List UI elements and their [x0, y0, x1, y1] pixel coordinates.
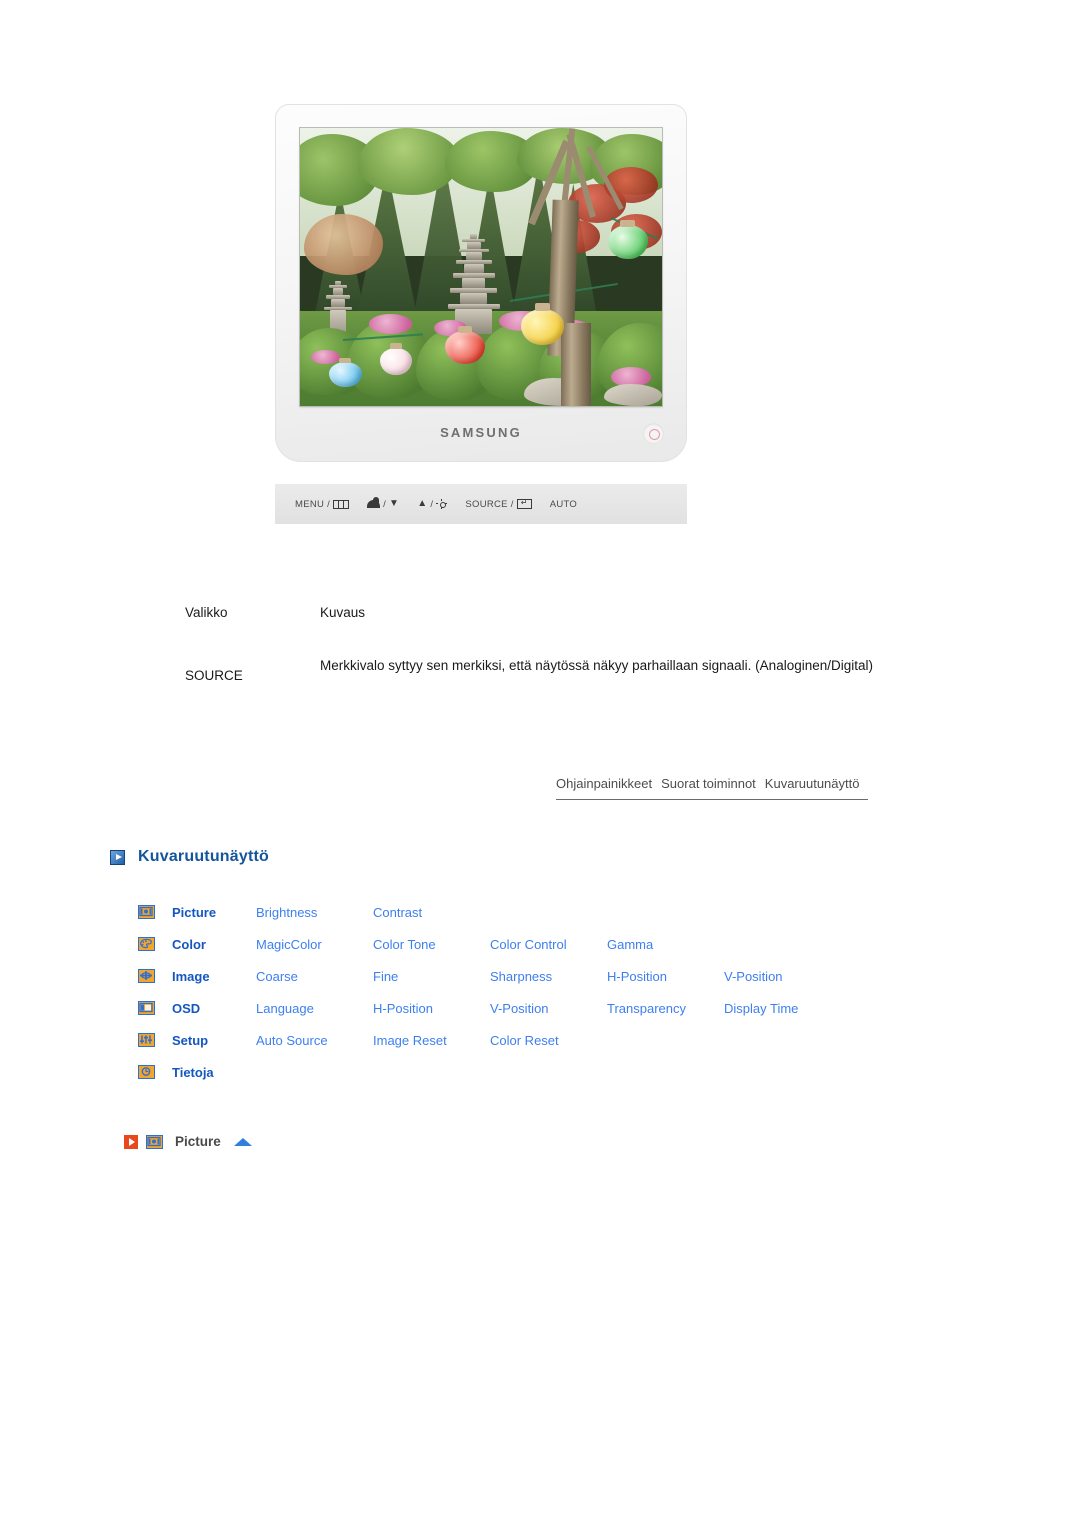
up-brightness-button[interactable]: ▲ /: [417, 498, 448, 510]
menu-item-image-h-position[interactable]: H-Position: [607, 969, 667, 984]
menu-name-setup[interactable]: Setup: [172, 1033, 208, 1048]
blue-arrow-icon: [110, 849, 125, 865]
table-row: SOURCE Merkkivalo syttyy sen merkiksi, e…: [185, 656, 885, 683]
image-icon: [138, 969, 155, 983]
picture-icon: [146, 1134, 163, 1149]
menu-item-image-v-position[interactable]: V-Position: [724, 969, 783, 984]
blue-up-triangle-icon[interactable]: [233, 1137, 252, 1146]
menu-item-osd-v-position[interactable]: V-Position: [490, 1001, 549, 1016]
menu-item-color-tone[interactable]: Color Tone: [373, 937, 436, 952]
row-description: Merkkivalo syttyy sen merkiksi, että näy…: [320, 658, 873, 673]
nav-link-suorat-toiminnot[interactable]: Suorat toiminnot: [661, 776, 756, 791]
brightness-sun-icon: [436, 498, 448, 510]
menu-item-contrast[interactable]: Contrast: [373, 905, 422, 920]
menu-name-osd[interactable]: OSD: [172, 1001, 200, 1016]
breadcrumb: Ohjainpainikkeet Suorat toiminnot Kuvaru…: [556, 776, 868, 800]
section-heading: Kuvaruutunäyttö: [110, 848, 269, 866]
menu-item-brightness[interactable]: Brightness: [256, 905, 317, 920]
menu-name-image[interactable]: Image: [172, 969, 210, 984]
nav-link-kuvaruutunaytto[interactable]: Kuvaruutunäyttö: [765, 776, 860, 791]
magicbright-separator: /: [383, 498, 387, 510]
lantern-blue: [328, 357, 362, 387]
magicbright-down-button[interactable]: / ▼: [367, 497, 400, 510]
menu-bars-icon: [333, 499, 350, 509]
enter-key-icon: ↵: [516, 499, 532, 509]
lantern-green: [607, 219, 648, 259]
brightness-separator: /: [430, 498, 434, 510]
menu-row-tietoja: Tietoja: [138, 1056, 841, 1088]
control-button-strip: MENU / / ▼ ▲ / SOURCE / ↵ AUTO: [275, 484, 687, 524]
red-play-arrow-icon: [124, 1134, 138, 1149]
menu-row-osd: OSD Language H-Position V-Position Trans…: [138, 992, 841, 1024]
menu-item-auto-source[interactable]: Auto Source: [256, 1033, 328, 1048]
menu-name-picture[interactable]: Picture: [172, 905, 216, 920]
table-header-row: Valikko Kuvaus: [185, 605, 885, 656]
nav-link-ohjainpainikkeet[interactable]: Ohjainpainikkeet: [556, 776, 652, 791]
picture-marker-label: Picture: [175, 1134, 221, 1149]
menu-row-setup: Setup Auto Source Image Reset Color Rese…: [138, 1024, 841, 1056]
setup-sliders-icon: [138, 1033, 155, 1047]
menu-item-display-time[interactable]: Display Time: [724, 1001, 798, 1016]
monitor-illustration: SAMSUNG: [275, 104, 687, 462]
menu-item-coarse[interactable]: Coarse: [256, 969, 298, 984]
menu-button-label: MENU /: [295, 498, 331, 510]
auto-button-label: AUTO: [549, 498, 578, 510]
monitor-screen: [300, 128, 662, 406]
source-button-label: SOURCE /: [465, 498, 514, 510]
menu-button[interactable]: MENU /: [295, 498, 350, 510]
auto-button[interactable]: AUTO: [550, 499, 577, 510]
menu-item-fine[interactable]: Fine: [373, 969, 398, 984]
down-arrow-icon: ▼: [389, 498, 400, 509]
menu-row-image: Image Coarse Fine Sharpness H-Position V…: [138, 960, 841, 992]
menu-row-color: Color MagicColor Color Tone Color Contro…: [138, 928, 841, 960]
menu-item-image-reset[interactable]: Image Reset: [373, 1033, 447, 1048]
monitor-bezel: SAMSUNG: [275, 104, 687, 462]
menu-row-picture: Picture Brightness Contrast: [138, 896, 841, 928]
picture-icon: [138, 905, 155, 919]
header-menu: Valikko: [185, 605, 228, 620]
samsung-logo: SAMSUNG: [440, 425, 522, 440]
menu-name-tietoja[interactable]: Tietoja: [172, 1065, 214, 1080]
lantern-yellow: [520, 302, 565, 345]
information-clock-icon: [138, 1065, 155, 1079]
description-table: Valikko Kuvaus SOURCE Merkkivalo syttyy …: [185, 605, 885, 683]
menu-item-sharpness[interactable]: Sharpness: [490, 969, 552, 984]
menu-item-magiccolor[interactable]: MagicColor: [256, 937, 322, 952]
lantern-red: [444, 325, 485, 365]
menu-item-osd-h-position[interactable]: H-Position: [373, 1001, 433, 1016]
menu-name-color[interactable]: Color: [172, 937, 206, 952]
color-palette-icon: [138, 937, 155, 951]
source-enter-button[interactable]: SOURCE / ↵: [465, 498, 532, 510]
menu-item-color-control[interactable]: Color Control: [490, 937, 567, 952]
up-arrow-icon: ▲: [417, 498, 428, 509]
page-title: Kuvaruutunäyttö: [138, 848, 269, 865]
menu-item-transparency[interactable]: Transparency: [607, 1001, 686, 1016]
garden-photo: [300, 128, 662, 406]
header-description: Kuvaus: [320, 605, 366, 620]
magicbright-icon: [367, 497, 381, 508]
picture-section-marker: Picture: [124, 1134, 252, 1149]
menu-item-language[interactable]: Language: [256, 1001, 314, 1016]
pagoda: [445, 233, 503, 334]
osd-menu-map: Picture Brightness Contrast Color MagicC…: [138, 896, 841, 1088]
power-led-icon[interactable]: [644, 424, 663, 443]
row-menu-name: SOURCE: [185, 668, 243, 683]
osd-icon: [138, 1001, 155, 1015]
menu-item-color-reset[interactable]: Color Reset: [490, 1033, 559, 1048]
menu-item-gamma[interactable]: Gamma: [607, 937, 653, 952]
